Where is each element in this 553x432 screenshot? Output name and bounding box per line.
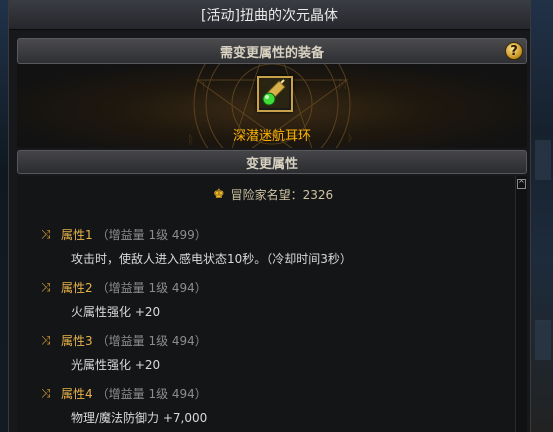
crown-icon: ♚: [213, 187, 225, 202]
attribute-item: ⤨ 属性4 （增益量 1级 494） 物理/魔法防御力 +7,000: [41, 385, 207, 426]
attribute-meta: （增益量 1级 494）: [96, 387, 207, 401]
shuffle-icon: ⤨: [41, 280, 51, 294]
attribute-name: 属性1: [61, 228, 93, 242]
window-titlebar[interactable]: [活动]扭曲的次元晶体: [9, 0, 530, 30]
attribute-name: 属性3: [61, 334, 93, 348]
background-right: [531, 0, 553, 432]
attribute-meta: （增益量 1级 494）: [96, 334, 207, 348]
attribute-item: ⤨ 属性2 （增益量 1级 494） 火属性强化 +20: [41, 279, 207, 320]
attribute-description: 物理/魔法防御力 +7,000: [71, 411, 208, 425]
attribute-description: 攻击时，使敌人进入感电状态10秒。（冷却时间3秒）: [71, 252, 352, 266]
attributes-section-header: 变更属性: [17, 150, 527, 174]
question-icon[interactable]: ?: [505, 42, 523, 60]
attribute-meta: （增益量 1级 494）: [96, 281, 207, 295]
attributes-list: ♚ 冒险家名望：2326 ⤨ 属性1 （增益量 1级 499） 攻击时，使敌人进…: [17, 176, 515, 432]
attribute-description: 光属性强化 +20: [71, 358, 161, 372]
attributes-scrollbar[interactable]: ^: [515, 176, 527, 432]
svg-text:ᛞ: ᛞ: [339, 77, 346, 91]
adventurer-fame-label: 冒险家名望：2326: [230, 188, 334, 202]
attribute-name: 属性2: [61, 281, 93, 295]
shuffle-icon: ⤨: [41, 333, 51, 347]
equipment-slot-area: ᚱ ᚦ ᛉ ᛞ 深潜迷航耳环: [17, 64, 527, 148]
attribute-name: 属性4: [61, 387, 93, 401]
dimension-crystal-window: [活动]扭曲的次元晶体 需变更属性的装备 ? ᚱ ᚦ ᛉ ᛞ 深潜迷航耳环 变更…: [8, 0, 531, 432]
attribute-description: 火属性强化 +20: [71, 305, 161, 319]
equipment-item-name: 深潜迷航耳环: [232, 129, 311, 144]
attribute-item: ⤨ 属性1 （增益量 1级 499） 攻击时，使敌人进入感电状态10秒。（冷却时…: [41, 226, 352, 267]
adventurer-fame: ♚ 冒险家名望：2326: [213, 186, 333, 203]
svg-text:ᛉ: ᛉ: [200, 79, 207, 93]
attributes-section-title: 变更属性: [245, 156, 298, 172]
game-screen: [活动]扭曲的次元晶体 需变更属性的装备 ? ᚱ ᚦ ᛉ ᛞ 深潜迷航耳环 变更…: [0, 0, 553, 432]
shuffle-icon: ⤨: [41, 386, 51, 400]
equipment-item-slot[interactable]: [257, 76, 293, 112]
shuffle-icon: ⤨: [41, 227, 51, 241]
scroll-up-button[interactable]: ^: [517, 179, 526, 189]
earring-icon: [259, 78, 289, 108]
attribute-meta: （增益量 1级 499）: [96, 228, 207, 242]
equipment-section-header: 需变更属性的装备 ?: [17, 38, 527, 64]
equipment-section-title: 需变更属性的装备: [219, 45, 324, 61]
window-title: [活动]扭曲的次元晶体: [201, 7, 338, 24]
attribute-item: ⤨ 属性3 （增益量 1级 494） 光属性强化 +20: [41, 332, 207, 373]
